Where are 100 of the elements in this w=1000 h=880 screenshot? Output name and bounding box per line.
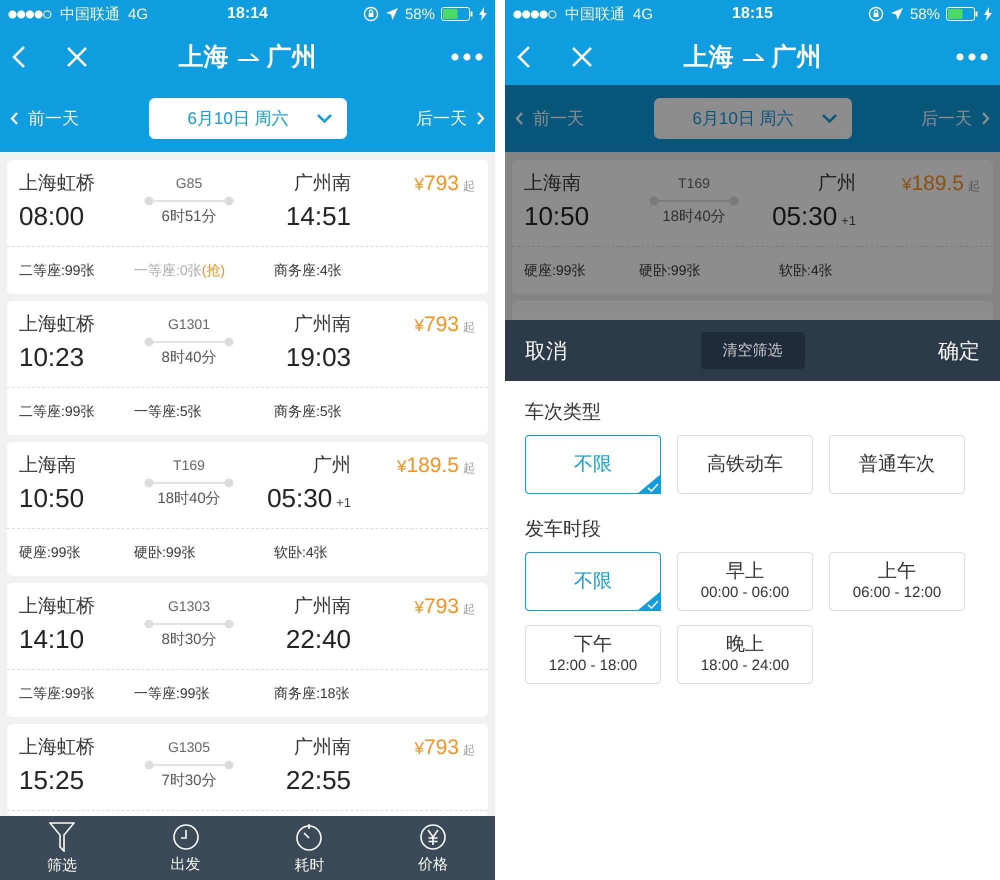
sort-tab[interactable]: 出发 xyxy=(124,816,248,880)
seat-availability: 一等座:5张 xyxy=(134,402,203,420)
seat-availability: 商务座:4张 xyxy=(274,262,343,280)
train-number: T169 xyxy=(173,456,205,475)
chevron-left-icon xyxy=(515,112,523,125)
seat-availability: 软卧:4张 xyxy=(274,544,329,562)
ticket-price: ¥793 起 xyxy=(414,312,475,338)
train-number: G1301 xyxy=(168,315,210,334)
carrier-name: 中国联通 xyxy=(565,4,625,24)
signal-icon xyxy=(8,10,52,18)
filter-option[interactable]: 下午 12:00 - 18:00 xyxy=(525,625,661,684)
next-day-mark: +1 xyxy=(336,495,351,510)
network-type: 4G xyxy=(633,6,654,22)
destination-city: 广州 xyxy=(266,42,316,73)
sort-tab[interactable]: 耗时 xyxy=(248,816,372,880)
origin-city: 上海 xyxy=(684,42,734,73)
back-button[interactable] xyxy=(517,44,531,68)
orientation-lock-icon xyxy=(362,6,379,22)
check-corner-icon xyxy=(637,591,661,611)
departure-station: 上海虹桥 xyxy=(19,736,95,760)
charging-bolt-icon xyxy=(479,7,487,21)
ticket-price: ¥793 起 xyxy=(414,735,475,761)
battery-icon xyxy=(441,7,473,21)
back-button[interactable] xyxy=(12,44,26,68)
chevron-left-icon xyxy=(10,112,18,125)
funnel-icon xyxy=(48,822,75,852)
close-button[interactable] xyxy=(571,46,593,68)
departure-time: 08:00 xyxy=(19,200,84,233)
route-line-icon xyxy=(144,760,234,770)
travel-duration: 18时40分 xyxy=(662,207,726,227)
seat-availability: 二等座:99张 xyxy=(19,402,96,420)
route-line-icon xyxy=(144,337,234,347)
arrival-time: 14:51 xyxy=(286,200,351,233)
confirm-button[interactable]: 确定 xyxy=(938,336,980,364)
battery-percent: 58% xyxy=(404,6,435,22)
seat-availability: 一等座:99张 xyxy=(134,684,210,702)
next-day-mark: +1 xyxy=(841,213,856,228)
charging-bolt-icon xyxy=(984,7,992,21)
route-line-icon xyxy=(144,196,234,206)
filter-option[interactable]: 晚上 18:00 - 24:00 xyxy=(677,625,813,684)
departure-time: 15:25 xyxy=(19,764,84,797)
destination-city: 广州 xyxy=(772,42,822,73)
travel-duration: 18时40分 xyxy=(157,489,221,509)
travel-duration: 6时51分 xyxy=(161,207,217,227)
seat-availability: 硬卧:99张 xyxy=(134,544,196,562)
chevron-right-icon xyxy=(477,112,485,125)
departure-station: 上海南 xyxy=(19,454,76,478)
check-corner-icon xyxy=(637,474,661,494)
close-button[interactable] xyxy=(66,46,88,68)
seat-availability: 二等座:99张 xyxy=(19,262,96,280)
more-button[interactable] xyxy=(451,52,483,60)
network-type: 4G xyxy=(128,6,148,22)
departure-time: 10:50 xyxy=(19,482,84,515)
filter-group-title: 发车时段 xyxy=(525,518,602,542)
train-card[interactable]: 上海虹桥 14:10 G1303 8时30分 广州南 22:40 ¥793 起 二等座:99张 一等座:99张 商务座:18张 xyxy=(7,583,488,717)
route-line-icon xyxy=(144,478,234,488)
filter-option[interactable]: 上午 06:00 - 12:00 xyxy=(829,552,965,611)
clear-filter-button[interactable]: 清空筛选 xyxy=(700,332,804,369)
sort-tab[interactable]: 筛选 xyxy=(0,816,124,880)
origin-city: 上海 xyxy=(178,42,228,73)
departure-time: 10:23 xyxy=(19,341,84,374)
arrival-station: 广州南 xyxy=(294,595,351,619)
battery-percent: 58% xyxy=(910,6,940,22)
departure-station: 上海虹桥 xyxy=(19,313,95,337)
sort-tab[interactable]: 价格 xyxy=(371,816,495,880)
arrival-time: 19:03 xyxy=(286,341,351,374)
arrival-station: 广州南 xyxy=(294,313,351,337)
departure-station: 上海南 xyxy=(524,172,581,196)
arrival-station: 广州 xyxy=(818,172,856,196)
chevron-down-icon xyxy=(316,114,332,123)
more-button[interactable] xyxy=(956,52,988,60)
arrival-time: 22:40 xyxy=(286,623,351,656)
arrival-station: 广州南 xyxy=(294,736,351,760)
filter-option[interactable]: 普通车次 xyxy=(829,435,965,494)
chevron-down-icon xyxy=(822,114,837,123)
seat-availability: 硬座:99张 xyxy=(19,544,82,562)
departure-time: 14:10 xyxy=(19,623,84,656)
arrival-time: 05:30 xyxy=(267,482,332,515)
carrier-name: 中国联通 xyxy=(60,4,120,24)
train-card[interactable]: 上海虹桥 15:25 G1305 7时30分 广州南 22:55 ¥793 起 xyxy=(7,724,488,816)
seat-availability: 硬座:99张 xyxy=(524,262,586,280)
ticket-price: ¥189.5 起 xyxy=(902,171,980,197)
stopwatch-icon xyxy=(295,822,324,852)
battery-icon xyxy=(946,7,978,21)
cancel-button[interactable]: 取消 xyxy=(525,336,567,364)
train-card[interactable]: 上海南 10:50 T169 18时40分 广州 05:30+1 ¥189.5 起 硬座:99张 硬卧:99张 软卧:4张 xyxy=(512,160,993,294)
train-card[interactable]: 上海虹桥 08:00 G85 6时51分 广州南 14:51 ¥793 起 二等座:99张 一等座:0张(抢) 商务座:4张 xyxy=(7,160,488,294)
filter-option[interactable]: 高铁动车 xyxy=(677,435,813,494)
train-card[interactable]: 上海南 10:50 T169 18时40分 广州 05:30+1 ¥189.5 起 硬座:99张 硬卧:99张 软卧:4张 xyxy=(7,442,488,576)
filter-option[interactable]: 早上 00:00 - 06:00 xyxy=(677,552,813,611)
clock-time: 18:14 xyxy=(227,5,268,23)
clock-icon xyxy=(172,822,200,850)
departure-time: 10:50 xyxy=(524,200,590,233)
route-line-icon xyxy=(144,619,234,629)
seat-availability: 软卧:4张 xyxy=(779,262,834,280)
seat-availability: 一等座:0张(抢) xyxy=(134,262,226,280)
train-number: G85 xyxy=(176,174,202,193)
train-number: T169 xyxy=(678,174,710,193)
train-card[interactable]: 上海虹桥 10:23 G1301 8时40分 广州南 19:03 ¥793 起 二等座:99张 一等座:5张 商务座:5张 xyxy=(7,301,488,435)
location-arrow-icon xyxy=(384,7,399,21)
